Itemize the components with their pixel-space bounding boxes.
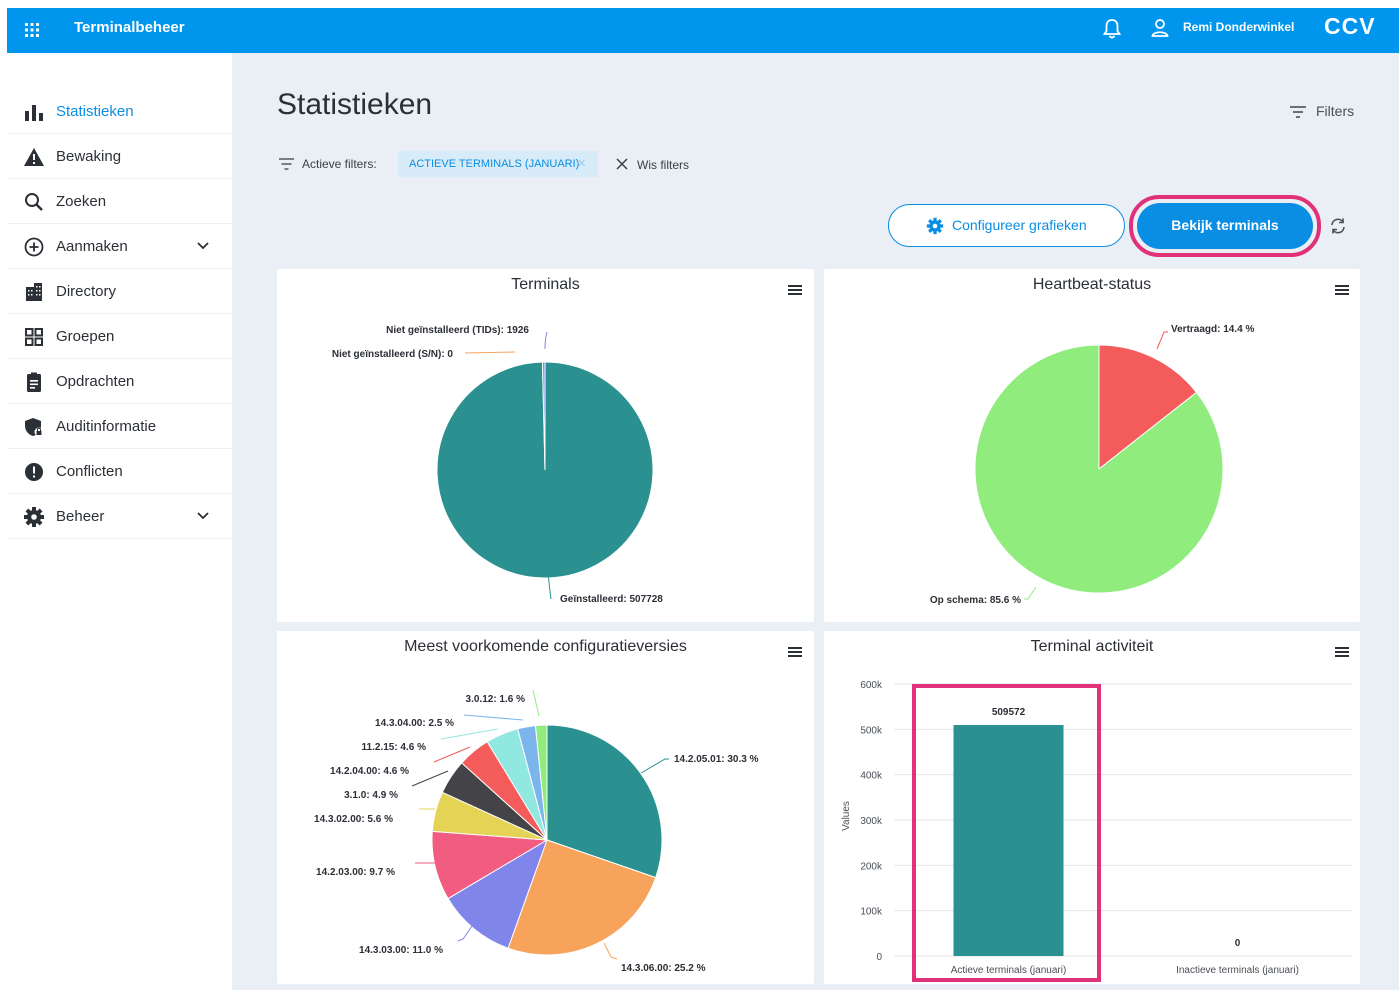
y-tick-label: 0 (876, 952, 882, 963)
alert-circle-icon (25, 463, 43, 481)
slice-label: Vertraagd: 14.4 % (1171, 324, 1254, 335)
search-icon (25, 193, 43, 211)
gear-icon (926, 217, 944, 235)
user-name[interactable]: Remi Donderwinkel (1183, 20, 1294, 34)
bar-value-label: 0 (1235, 938, 1241, 949)
filter-icon (279, 158, 294, 170)
page-title: Statistieken (277, 88, 433, 121)
active-filters-text: Actieve filters: (302, 157, 377, 171)
y-axis-label: Values (841, 801, 852, 831)
sidebar-item-aanmaken[interactable]: Aanmaken (7, 224, 232, 269)
y-tick-label: 100k (860, 907, 883, 918)
sidebar-item-conflicten[interactable]: Conflicten (7, 449, 232, 494)
y-tick-label: 400k (860, 771, 883, 782)
slice-label: 14.3.03.00: 11.0 % (359, 945, 443, 956)
slice-label: 14.3.06.00: 25.2 % (621, 963, 706, 974)
user-icon[interactable] (1151, 18, 1169, 38)
app-title[interactable]: Terminalbeheer (74, 19, 185, 36)
y-tick-label: 300k (860, 816, 883, 827)
sidebar-item-zoeken[interactable]: Zoeken (7, 179, 232, 224)
clear-filters-label: Wis filters (637, 158, 689, 172)
slice-label: 14.2.03.00: 9.7 % (316, 867, 395, 878)
view-terminals-button[interactable]: Bekijk terminals (1137, 203, 1313, 249)
y-tick-label: 600k (860, 680, 883, 691)
chevron-down-icon[interactable] (196, 510, 210, 522)
configure-charts-button[interactable]: Configureer grafieken (888, 204, 1125, 247)
sidebar-item-beheer[interactable]: Beheer (7, 494, 232, 539)
top-bar: Terminalbeheer Remi Donderwinkel CCV (7, 8, 1399, 53)
shield-lock-icon (25, 418, 44, 437)
sidebar: Statistieken Bewaking Zoeken Aanmaken Di… (7, 53, 232, 990)
y-tick-label: 500k (860, 725, 883, 736)
pie-chart-terminals: Niet geïnstalleerd (TIDs): 1926 Niet geï… (332, 325, 663, 605)
gear-icon (24, 507, 44, 527)
configure-charts-label: Configureer grafieken (952, 217, 1087, 233)
clipboard-icon (27, 372, 41, 392)
chart-card-heartbeat: Heartbeat-status Vertraagd: 14.4 % Op sc… (824, 269, 1360, 622)
sidebar-item-opdrachten[interactable]: Opdrachten (7, 359, 232, 404)
slice-label: 14.3.04.00: 2.5 % (375, 718, 454, 729)
bell-icon[interactable] (1102, 18, 1122, 40)
chevron-down-icon[interactable] (196, 240, 210, 252)
grid-icon (25, 328, 43, 346)
sidebar-item-label: Zoeken (56, 193, 107, 210)
slice-label: 14.3.02.00: 5.6 % (314, 814, 393, 825)
slice-label: Geïnstalleerd: 507728 (560, 594, 663, 605)
highlight-outline (912, 684, 1101, 982)
slice-label: 14.2.05.01: 30.3 % (674, 754, 759, 765)
slice-label: 11.2.15: 4.6 % (362, 742, 427, 753)
slice-label: Niet geïnstalleerd (S/N): 0 (332, 349, 454, 360)
sidebar-item-label: Opdrachten (56, 373, 135, 390)
filter-icon (1290, 106, 1306, 118)
sidebar-item-label: Bewaking (56, 148, 122, 165)
sidebar-item-label: Aanmaken (56, 238, 128, 255)
sidebar-item-label: Beheer (56, 508, 105, 525)
pie-chart-config-versions: 14.2.05.01: 30.3 % 14.3.06.00: 25.2 % 14… (314, 689, 759, 974)
sidebar-item-bewaking[interactable]: Bewaking (7, 134, 232, 179)
x-tick-label: Inactieve terminals (januari) (1176, 965, 1299, 976)
slice-label: 3.0.12: 1.6 % (466, 694, 526, 705)
warning-icon (24, 148, 44, 166)
sidebar-item-label: Directory (56, 283, 117, 300)
slice-label: Niet geïnstalleerd (TIDs): 1926 (386, 325, 529, 336)
pie-chart-heartbeat: Vertraagd: 14.4 % Op schema: 85.6 % (930, 324, 1255, 606)
slice-label: 14.2.04.00: 4.6 % (330, 766, 409, 777)
close-icon (616, 158, 628, 170)
app-grid-icon[interactable] (24, 22, 40, 38)
sidebar-item-groepen[interactable]: Groepen (7, 314, 232, 359)
chip-close-icon[interactable]: ✕ (577, 157, 586, 170)
plus-circle-icon (24, 237, 44, 257)
building-icon (26, 283, 42, 301)
brand-logo[interactable]: CCV (1324, 13, 1376, 40)
sidebar-item-directory[interactable]: Directory (7, 269, 232, 314)
sidebar-item-statistieken[interactable]: Statistieken (7, 89, 232, 134)
sidebar-item-label: Conflicten (56, 463, 123, 480)
sidebar-item-label: Statistieken (56, 103, 134, 120)
active-filter-chip[interactable]: ACTIEVE TERMINALS (JANUARI) ✕ (398, 151, 598, 177)
slice-label: Op schema: 85.6 % (930, 595, 1021, 606)
sidebar-item-label: Groepen (56, 328, 115, 345)
view-terminals-label: Bekijk terminals (1171, 217, 1279, 233)
y-tick-label: 200k (860, 861, 883, 872)
app-frame: Terminalbeheer Remi Donderwinkel CCV Sta… (7, 8, 1399, 990)
slice-label: 3.1.0: 4.9 % (344, 790, 398, 801)
sidebar-item-auditinformatie[interactable]: Auditinformatie (7, 404, 232, 449)
chart-card-config-versions: Meest voorkomende configuratieversies 14… (277, 631, 814, 984)
active-filter-chip-label: ACTIEVE TERMINALS (JANUARI) (409, 158, 580, 170)
chart-card-terminals: Terminals Niet geïnstalleerd (TIDs): 192… (277, 269, 814, 622)
bar-chart-icon (25, 105, 43, 121)
refresh-icon[interactable] (1328, 216, 1348, 236)
filters-label: Filters (1316, 103, 1355, 119)
sidebar-item-label: Auditinformatie (56, 418, 157, 435)
